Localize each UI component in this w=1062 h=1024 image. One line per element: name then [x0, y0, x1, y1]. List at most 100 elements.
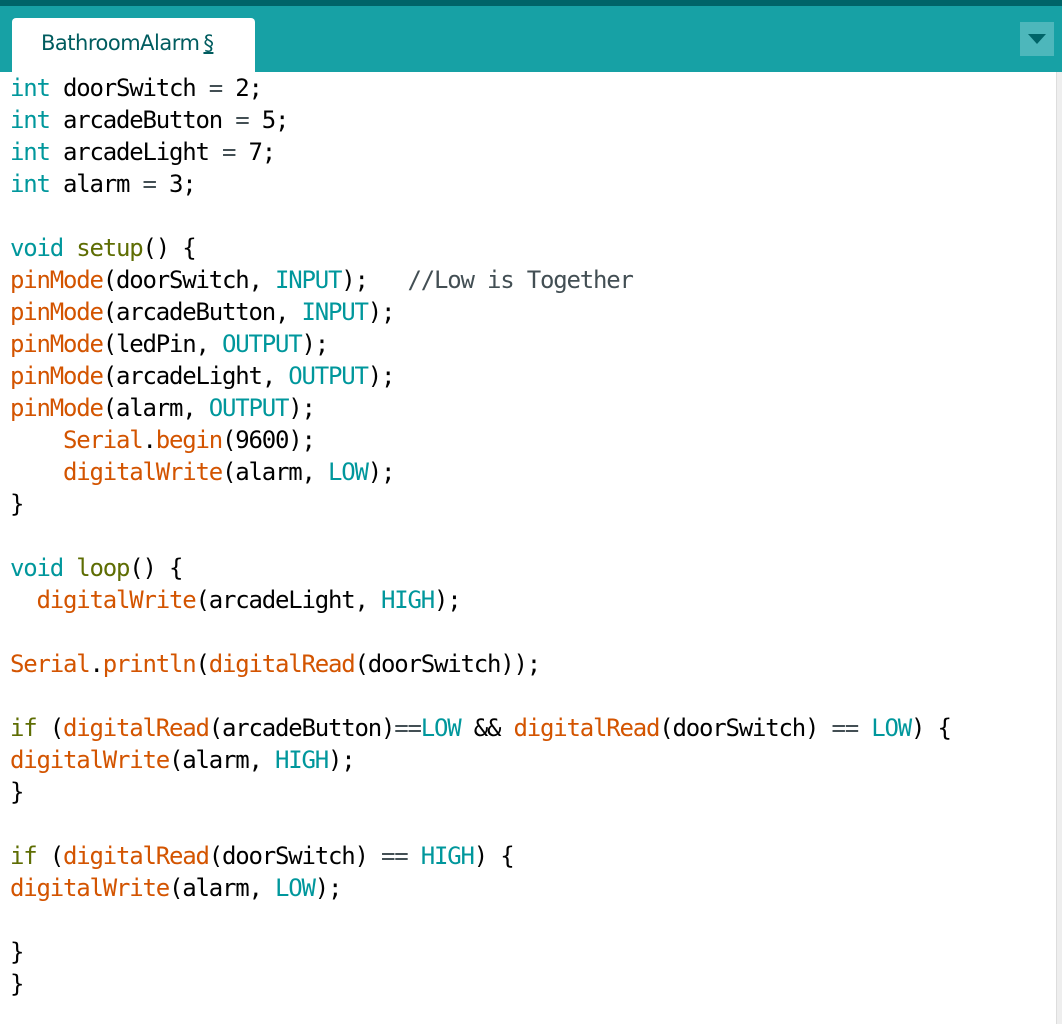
text-token: (arcadeButton) — [208, 714, 396, 742]
code-line: Serial.println(digitalRead(doorSwitch)); — [10, 648, 1050, 680]
text-token: arcadeLight — [49, 138, 222, 166]
text-token: ) { — [473, 842, 515, 870]
text-token: (alarm, — [169, 874, 275, 902]
keyword-token: HIGH — [381, 586, 435, 614]
function-token: digitalRead — [63, 714, 210, 742]
text-token: (ledPin, — [102, 330, 222, 358]
text-token: ); — [367, 362, 396, 390]
control-token: loop — [76, 554, 130, 582]
text-token: (alarm, — [222, 458, 328, 486]
function-token: digitalRead — [63, 842, 210, 870]
text-token: ); — [367, 298, 396, 326]
function-token: pinMode — [10, 330, 104, 358]
code-line: } — [10, 776, 1050, 808]
code-line: } — [10, 488, 1050, 520]
keyword-token: int — [10, 170, 51, 198]
text-token: (9600); — [222, 426, 316, 454]
control-token: setup — [76, 234, 143, 262]
code-line: pinMode(arcadeLight, OUTPUT); — [10, 360, 1050, 392]
function-token: println — [102, 650, 197, 678]
code-line: int arcadeLight = 7; — [10, 136, 1050, 168]
text-token: alarm — [49, 170, 143, 198]
code-line: digitalWrite(alarm, LOW); — [10, 872, 1050, 904]
text-token: } — [10, 938, 24, 966]
code-line: int doorSwitch = 2; — [10, 72, 1050, 104]
text-token: . — [142, 426, 157, 454]
operator-token: == — [394, 714, 422, 742]
code-line: pinMode(alarm, OUTPUT); — [10, 392, 1050, 424]
text-token: (arcadeLight, — [102, 362, 289, 390]
tab-sketch[interactable]: BathroomAlarm § — [12, 18, 255, 72]
code-line: digitalWrite(alarm, HIGH); — [10, 744, 1050, 776]
keyword-token: int — [10, 74, 51, 102]
text-token: (doorSwitch) — [659, 714, 832, 742]
keyword-token: INPUT — [275, 266, 342, 294]
code-editor[interactable]: int doorSwitch = 2; int arcadeButton = 5;… — [10, 72, 1050, 1024]
text-token: arcadeButton — [49, 106, 236, 134]
text-token: (alarm, — [102, 394, 209, 422]
function-token: pinMode — [10, 362, 104, 390]
text-token: 5; — [248, 106, 290, 134]
vertical-scrollbar[interactable] — [1056, 72, 1062, 1024]
function-token: Serial — [10, 650, 91, 678]
modified-marker: § — [203, 31, 214, 55]
keyword-token: HIGH — [420, 842, 475, 870]
code-line: pinMode(ledPin, OUTPUT); — [10, 328, 1050, 360]
code-line: pinMode(doorSwitch, INPUT); //Low is Tog… — [10, 264, 1050, 296]
function-token: digitalRead — [513, 714, 661, 742]
code-line: int alarm = 3; — [10, 168, 1050, 200]
text-token: ); — [367, 458, 396, 486]
keyword-token: LOW — [871, 714, 912, 742]
code-line: Serial.begin(9600); — [10, 424, 1050, 456]
text-token: 7; — [235, 138, 276, 166]
tab-menu-button[interactable] — [1020, 22, 1054, 56]
operator-token: == — [831, 714, 860, 742]
text-token: ); — [288, 394, 316, 422]
operator-token: = — [235, 106, 249, 134]
operator-token: = — [222, 138, 236, 166]
code-line: int arcadeButton = 5; — [10, 104, 1050, 136]
keyword-token: OUTPUT — [208, 394, 290, 422]
code-line: void loop() { — [10, 552, 1050, 584]
text-token: 2; — [222, 74, 263, 102]
code-line: void setup() { — [10, 232, 1050, 264]
keyword-token: int — [10, 138, 51, 166]
code-line: digitalWrite(alarm, LOW); — [10, 456, 1050, 488]
keyword-token: LOW — [328, 458, 369, 486]
function-token: pinMode — [10, 394, 104, 422]
keyword-token: void — [10, 554, 64, 582]
comment-token: //Low is Together — [407, 266, 634, 294]
text-token: (arcadeLight, — [195, 586, 381, 614]
function-token: digitalWrite — [63, 458, 223, 486]
code-line: digitalWrite(arcadeLight, HIGH); — [10, 584, 1050, 616]
text-token: (doorSwitch, — [102, 266, 275, 294]
keyword-token: int — [10, 106, 51, 134]
text-token: (doorSwitch)); — [354, 650, 542, 678]
keyword-token: LOW — [275, 874, 316, 902]
function-token: Serial — [63, 426, 144, 454]
operator-token: = — [208, 74, 223, 102]
keyword-token: HIGH — [275, 746, 329, 774]
tab-label: BathroomAlarm — [41, 31, 200, 55]
function-token: pinMode — [10, 266, 104, 294]
text-token: ); — [434, 586, 462, 614]
text-token: 3; — [155, 170, 197, 198]
text-token: () { — [129, 554, 183, 582]
operator-token: == — [381, 842, 409, 870]
triangle-down-icon — [1028, 34, 1046, 44]
text-token: (doorSwitch) — [208, 842, 381, 870]
operator-token: = — [142, 170, 157, 198]
text-token: ); — [341, 266, 408, 294]
function-token: digitalWrite — [10, 746, 170, 774]
keyword-token: OUTPUT — [288, 362, 369, 390]
text-token: ); — [328, 746, 356, 774]
